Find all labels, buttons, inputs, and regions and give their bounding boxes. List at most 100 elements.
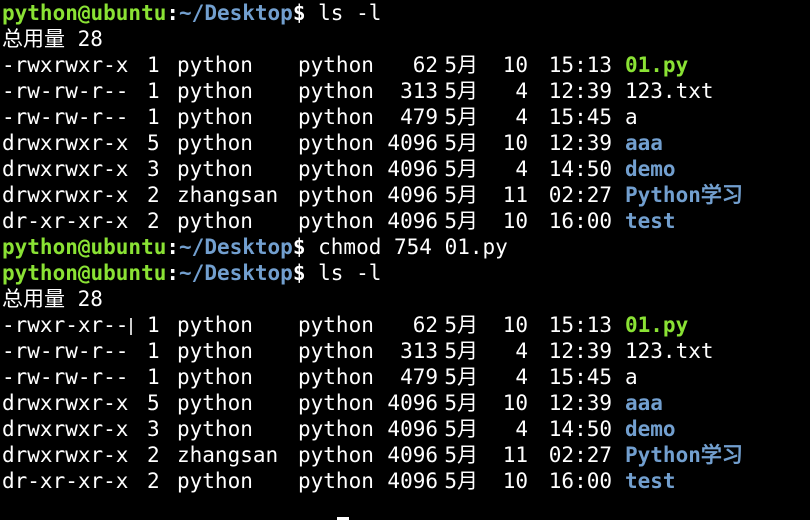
- file-month: 5月: [444, 443, 478, 467]
- file-permissions: -rw-rw-r--: [2, 104, 147, 130]
- file-owner: zhangsan: [177, 443, 279, 467]
- file-time: 02:27: [548, 183, 612, 207]
- prompt-line: python@ubuntu:~/Desktop$ ls -l: [2, 0, 810, 26]
- file-time: 16:00: [548, 469, 612, 493]
- prompt-dollar: $: [292, 261, 306, 285]
- file-size: 4096: [387, 157, 438, 181]
- file-permissions: -rw-rw-r--: [2, 78, 147, 104]
- file-permissions-text: -rwxrwxr-x: [2, 53, 129, 77]
- file-permissions: -rwxrwxr-x: [2, 52, 147, 78]
- list-item: dr-xr-xr-x 2 python python 4096 5月 10 16:00 test: [2, 208, 810, 234]
- file-day: 11: [502, 443, 528, 467]
- file-size: 313: [400, 79, 438, 103]
- file-name: aaa: [625, 391, 663, 415]
- file-group: python: [298, 313, 374, 337]
- total-line: 总用量 28: [2, 27, 103, 51]
- list-item: -rwxrwxr-x 1 python python 62 5月 10 15:13 01.py: [2, 52, 810, 78]
- file-size: 4096: [387, 131, 438, 155]
- list-item: -rw-rw-r-- 1 python python 313 5月 4 12:39 123.tx…: [2, 78, 810, 104]
- file-name: aaa: [625, 131, 663, 155]
- file-day: 4: [515, 105, 528, 129]
- file-day: 4: [515, 157, 528, 181]
- file-month: 5月: [444, 417, 478, 441]
- file-month: 5月: [444, 53, 478, 77]
- file-time: 12:39: [548, 131, 612, 155]
- file-name: a: [625, 105, 638, 129]
- total-line: 总用量 28: [2, 287, 103, 311]
- file-month: 5月: [444, 209, 478, 233]
- file-month: 5月: [444, 365, 478, 389]
- file-permissions-text: dr-xr-xr-x: [2, 209, 129, 233]
- file-links: 3: [147, 417, 160, 441]
- file-permissions: drwxrwxr-x: [2, 182, 147, 208]
- file-owner: python: [177, 391, 253, 415]
- file-name: Python学习: [625, 183, 743, 207]
- file-size: 4096: [387, 469, 438, 493]
- file-links: 5: [147, 131, 160, 155]
- file-day: 4: [515, 417, 528, 441]
- file-size: 479: [400, 365, 438, 389]
- prompt-dollar: $: [292, 1, 306, 25]
- list-item: dr-xr-xr-x 2 python python 4096 5月 10 16:00 test: [2, 468, 810, 494]
- file-day: 4: [515, 339, 528, 363]
- file-size: 313: [400, 339, 438, 363]
- prompt-colon: :: [166, 235, 180, 259]
- file-owner: python: [177, 469, 253, 493]
- prompt-user-host: python@ubuntu: [2, 235, 167, 259]
- file-owner: zhangsan: [177, 183, 279, 207]
- file-month: 5月: [444, 339, 478, 363]
- file-owner: python: [177, 131, 253, 155]
- file-permissions-text: drwxrwxr-x: [2, 157, 129, 181]
- file-time: 14:50: [548, 157, 612, 181]
- file-name: a: [625, 365, 638, 389]
- list-item: drwxrwxr-x 3 python python 4096 5月 4 14:50 demo: [2, 156, 810, 182]
- file-group: python: [298, 339, 374, 363]
- prompt-path: ~/Desktop: [179, 261, 293, 285]
- file-day: 4: [515, 79, 528, 103]
- file-permissions-text: drwxrwxr-x: [2, 391, 129, 415]
- file-group: python: [298, 365, 374, 389]
- file-group: python: [298, 79, 374, 103]
- list-item: drwxrwxr-x 2 zhangsan python 4096 5月 11 02:27 Py…: [2, 442, 810, 468]
- file-name: 123.txt: [625, 339, 714, 363]
- file-owner: python: [177, 209, 253, 233]
- file-owner: python: [177, 339, 253, 363]
- list-item: -rw-rw-r-- 1 python python 313 5月 4 12:39 123.tx…: [2, 338, 810, 364]
- file-owner: python: [177, 157, 253, 181]
- file-permissions: -rw-rw-r--: [2, 338, 147, 364]
- list-item: -rw-rw-r-- 1 python python 479 5月 4 15:45 a: [2, 364, 810, 390]
- command-text: ls -l: [318, 261, 382, 285]
- file-permissions: -rwxr-xr--: [2, 312, 147, 338]
- file-group: python: [298, 391, 374, 415]
- file-permissions-text: -rw-rw-r--: [2, 79, 129, 103]
- prompt-dollar: $: [292, 235, 306, 259]
- file-group: python: [298, 183, 374, 207]
- file-permissions: dr-xr-xr-x: [2, 208, 147, 234]
- file-owner: python: [177, 365, 253, 389]
- file-permissions: drwxrwxr-x: [2, 442, 147, 468]
- file-group: python: [298, 443, 374, 467]
- file-month: 5月: [444, 131, 478, 155]
- list-item: -rwxr-xr-- 1 python python 62 5月 10 15:13 01.py: [2, 312, 810, 338]
- file-group: python: [298, 105, 374, 129]
- file-permissions-text: -rw-rw-r--: [2, 105, 129, 129]
- file-links: 1: [147, 365, 160, 389]
- file-permissions-text: drwxrwxr-x: [2, 417, 129, 441]
- file-day: 10: [502, 53, 528, 77]
- file-size: 4096: [387, 391, 438, 415]
- terminal-window[interactable]: python@ubuntu:~/Desktop$ ls -l 总用量 28 -rwx…: [0, 0, 810, 520]
- file-group: python: [298, 157, 374, 181]
- file-size: 479: [400, 105, 438, 129]
- file-day: 10: [502, 131, 528, 155]
- file-name: demo: [625, 157, 676, 181]
- file-day: 10: [502, 209, 528, 233]
- file-owner: python: [177, 417, 253, 441]
- file-links: 1: [147, 53, 160, 77]
- file-group: python: [298, 209, 374, 233]
- prompt-user-host: python@ubuntu: [2, 1, 167, 25]
- file-owner: python: [177, 313, 253, 337]
- file-owner: python: [177, 105, 253, 129]
- file-links: 2: [147, 209, 160, 233]
- file-month: 5月: [444, 469, 478, 493]
- command-text: chmod 754 01.py: [318, 235, 508, 259]
